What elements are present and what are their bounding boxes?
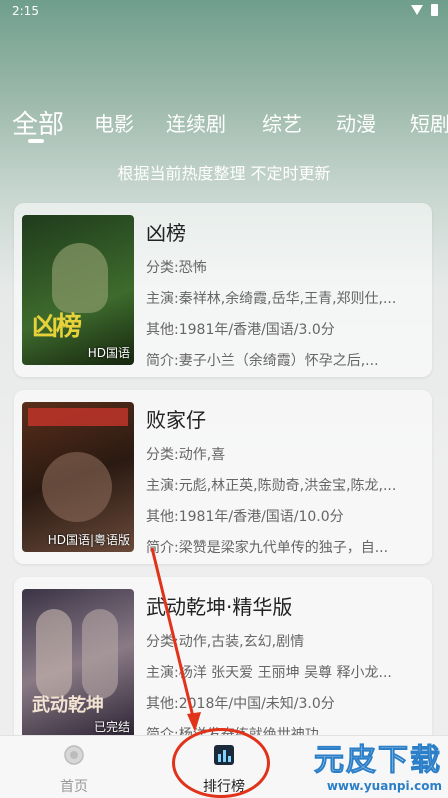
movie-poster[interactable]: HD国语|粤语版 — [22, 402, 134, 552]
cast-label: 主演: — [146, 478, 179, 494]
poster-figure — [42, 452, 112, 522]
movie-intro: 简介:妻子小兰（余绮霞）怀孕之后,... — [146, 350, 422, 370]
other-value: 2018年/中国/未知/3.0分 — [178, 696, 335, 712]
tab-indicator — [28, 139, 44, 143]
movie-info: 武动乾坤·精华版 分类:动作,古装,玄幻,剧情 主演:杨洋 张天爱 王丽坤 吴尊… — [146, 589, 422, 744]
ranking-icon — [214, 745, 234, 765]
other-value: 1981年/香港/国语/10.0分 — [178, 509, 344, 525]
genre-value: 动作,古装,玄幻,剧情 — [178, 634, 305, 650]
movie-cast: 主演:元彪,林正英,陈勋奇,洪金宝,陈龙,... — [146, 475, 422, 495]
status-time: 2:15 — [12, 4, 39, 18]
movie-cast: 主演:秦祥林,余绮霞,岳华,王青,郑则仕,... — [146, 288, 422, 308]
genre-label: 分类: — [146, 634, 179, 650]
movie-card[interactable]: HD国语|粤语版 败家仔 分类:动作,喜 主演:元彪,林正英,陈勋奇,洪金宝,陈… — [14, 390, 432, 564]
wifi-icon — [411, 5, 423, 15]
movie-info: 凶榜 分类:恐怖 主演:秦祥林,余绮霞,岳华,王青,郑则仕,... 其他:198… — [146, 215, 422, 370]
nav-rank-label: 排行榜 — [203, 779, 245, 795]
tab-series[interactable]: 连续剧 — [166, 108, 226, 137]
status-icons — [411, 4, 438, 16]
cast-label: 主演: — [146, 665, 179, 681]
battery-icon — [431, 4, 438, 16]
movie-genre: 分类:动作,古装,玄幻,剧情 — [146, 631, 422, 651]
poster-banner — [28, 408, 128, 426]
cast-label: 主演: — [146, 291, 179, 307]
movie-title[interactable]: 败家仔 — [146, 404, 422, 433]
movie-title[interactable]: 凶榜 — [146, 217, 422, 246]
poster-title-art: 武动乾坤 — [32, 695, 104, 716]
intro-value: 梁赞是梁家九代单传的独子，自... — [178, 540, 389, 556]
tab-all[interactable]: 全部 — [12, 104, 64, 140]
poster-figure — [82, 609, 118, 699]
status-bar: 2:15 — [0, 0, 448, 22]
intro-value: 妻子小兰（余绮霞）怀孕之后,... — [178, 353, 379, 369]
movie-other: 其他:1981年/香港/国语/3.0分 — [146, 319, 422, 339]
movie-card[interactable]: 凶榜 HD国语 凶榜 分类:恐怖 主演:秦祥林,余绮霞,岳华,王青,郑则仕,..… — [14, 203, 432, 377]
poster-tag: HD国语|粤语版 — [47, 533, 130, 547]
movie-genre: 分类:动作,喜 — [146, 444, 422, 464]
poster-figure — [36, 609, 72, 699]
movie-cast: 主演:杨洋 张天爱 王丽坤 吴尊 释小龙... — [146, 662, 422, 682]
movie-card[interactable]: 武动乾坤 已完结 武动乾坤·精华版 分类:动作,古装,玄幻,剧情 主演:杨洋 张… — [14, 577, 432, 751]
other-label: 其他: — [146, 322, 179, 338]
movie-other: 其他:1981年/香港/国语/10.0分 — [146, 506, 422, 526]
tab-movies[interactable]: 电影 — [94, 108, 134, 137]
nav-home-label: 首页 — [60, 779, 88, 795]
movie-title[interactable]: 武动乾坤·精华版 — [146, 591, 422, 620]
nav-rank[interactable]: 排行榜 — [174, 744, 274, 796]
cast-value: 杨洋 张天爱 王丽坤 吴尊 释小龙... — [178, 665, 392, 681]
ranking-subtitle: 根据当前热度整理 不定时更新 — [117, 164, 331, 183]
movie-poster[interactable]: 武动乾坤 已完结 — [22, 589, 134, 739]
genre-value: 恐怖 — [178, 260, 207, 276]
other-value: 1981年/香港/国语/3.0分 — [178, 322, 335, 338]
genre-label: 分类: — [146, 260, 179, 276]
intro-label: 简介: — [146, 540, 179, 556]
poster-tag: HD国语 — [87, 346, 130, 360]
tab-anime[interactable]: 动漫 — [336, 108, 376, 137]
other-label: 其他: — [146, 696, 179, 712]
movie-other: 其他:2018年/中国/未知/3.0分 — [146, 693, 422, 713]
genre-label: 分类: — [146, 447, 179, 463]
movie-genre: 分类:恐怖 — [146, 257, 422, 277]
movie-info: 败家仔 分类:动作,喜 主演:元彪,林正英,陈勋奇,洪金宝,陈龙,... 其他:… — [146, 402, 422, 557]
movie-intro: 简介:梁赞是梁家九代单传的独子，自... — [146, 537, 422, 557]
poster-title-art: 凶榜 — [32, 312, 82, 342]
bottom-nav: 首页 排行榜 — [0, 735, 448, 798]
intro-label: 简介: — [146, 353, 179, 369]
cast-value: 秦祥林,余绮霞,岳华,王青,郑则仕,... — [178, 291, 397, 307]
poster-figure — [52, 243, 108, 313]
category-tabs: 全部 电影 连续剧 综艺 动漫 短剧 — [0, 100, 448, 140]
tab-variety[interactable]: 综艺 — [262, 108, 302, 137]
movie-poster[interactable]: 凶榜 HD国语 — [22, 215, 134, 365]
home-icon — [64, 745, 84, 765]
genre-value: 动作,喜 — [178, 447, 226, 463]
tab-short-drama[interactable]: 短剧 — [410, 108, 448, 137]
cast-value: 元彪,林正英,陈勋奇,洪金宝,陈龙,... — [178, 478, 397, 494]
nav-home[interactable]: 首页 — [24, 744, 124, 796]
poster-tag: 已完结 — [93, 720, 130, 734]
other-label: 其他: — [146, 509, 179, 525]
